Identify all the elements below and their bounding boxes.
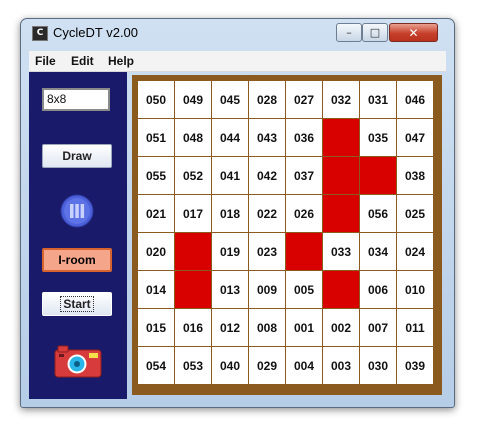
board-cell[interactable]: 005 [286,271,322,308]
blocked-cell[interactable] [323,157,359,194]
app-icon: C [32,26,48,41]
board-grid: 050 049 045 028 027 032 031 046 051 048 044 043 036 0… [138,81,434,385]
board-cell[interactable]: 038 [397,157,433,194]
board-cell[interactable]: 054 [138,347,174,384]
blocked-cell[interactable] [323,271,359,308]
board-cell[interactable]: 023 [249,233,285,270]
board-cell[interactable]: 039 [397,347,433,384]
board-cell[interactable]: 037 [286,157,322,194]
menu-edit[interactable]: Edit [71,54,94,68]
close-button[interactable]: ✕ [389,23,438,42]
board-cell[interactable]: 012 [212,309,248,346]
board-cell[interactable]: 031 [360,81,396,118]
board-cell[interactable]: 015 [138,309,174,346]
board-cell[interactable]: 013 [212,271,248,308]
board-cell[interactable]: 030 [360,347,396,384]
board-cell[interactable]: 016 [175,309,211,346]
board-cell[interactable]: 051 [138,119,174,156]
app-window: C CycleDT v2.00 – □ ✕ File Edit Help 8x8… [20,18,455,408]
board-cell[interactable]: 022 [249,195,285,232]
board-cell[interactable]: 011 [397,309,433,346]
board-cell[interactable]: 043 [249,119,285,156]
board-cell[interactable]: 052 [175,157,211,194]
board-cell[interactable]: 035 [360,119,396,156]
board-cell[interactable]: 049 [175,81,211,118]
board-cell[interactable]: 001 [286,309,322,346]
maximize-icon: □ [369,26,381,39]
board-cell[interactable]: 046 [397,81,433,118]
draw-button[interactable]: Draw [42,144,112,168]
board-cell[interactable]: 029 [249,347,285,384]
board-cell[interactable]: 017 [175,195,211,232]
board-cell[interactable]: 024 [397,233,433,270]
board-cell[interactable]: 018 [212,195,248,232]
puzzle-board: 050 049 045 028 027 032 031 046 051 048 044 043 036 0… [132,75,442,395]
board-cell[interactable]: 006 [360,271,396,308]
camera-icon[interactable] [53,344,103,378]
board-cell[interactable]: 026 [286,195,322,232]
board-cell[interactable]: 021 [138,195,174,232]
board-cell[interactable]: 041 [212,157,248,194]
start-button[interactable]: Start [42,292,112,316]
board-cell[interactable]: 045 [212,81,248,118]
menu-bar: File Edit Help [29,51,446,72]
blocked-cell[interactable] [360,157,396,194]
board-cell[interactable]: 027 [286,81,322,118]
board-cell[interactable]: 007 [360,309,396,346]
board-cell[interactable]: 008 [249,309,285,346]
window-title: CycleDT v2.00 [53,25,139,40]
board-cell[interactable]: 040 [212,347,248,384]
board-cell[interactable]: 047 [397,119,433,156]
board-cell[interactable]: 014 [138,271,174,308]
iroom-button[interactable]: I-room [42,248,112,272]
blocked-cell[interactable] [323,119,359,156]
blocked-cell[interactable] [286,233,322,270]
board-cell[interactable]: 042 [249,157,285,194]
board-cell[interactable]: 009 [249,271,285,308]
board-cell[interactable]: 044 [212,119,248,156]
board-cell[interactable]: 019 [212,233,248,270]
board-cell[interactable]: 003 [323,347,359,384]
board-cell[interactable]: 028 [249,81,285,118]
board-cell[interactable]: 034 [360,233,396,270]
board-cell[interactable]: 010 [397,271,433,308]
control-panel: 8x8 Draw I-room Start [29,72,127,399]
board-cell[interactable]: 048 [175,119,211,156]
maximize-button[interactable]: □ [362,23,388,42]
blocked-cell[interactable] [323,195,359,232]
board-cell[interactable]: 002 [323,309,359,346]
board-cell[interactable]: 020 [138,233,174,270]
blocked-cell[interactable] [175,233,211,270]
start-button-label: Start [60,296,94,312]
board-cell[interactable]: 004 [286,347,322,384]
pause-icon[interactable] [60,194,94,228]
board-cell[interactable]: 033 [323,233,359,270]
board-cell[interactable]: 053 [175,347,211,384]
board-size-input[interactable]: 8x8 [42,88,110,111]
board-cell[interactable]: 036 [286,119,322,156]
minimize-icon: – [346,26,352,39]
title-bar[interactable]: C CycleDT v2.00 – □ ✕ [21,19,454,49]
menu-file[interactable]: File [35,54,56,68]
menu-help[interactable]: Help [108,54,134,68]
minimize-button[interactable]: – [336,23,362,42]
blocked-cell[interactable] [175,271,211,308]
board-cell[interactable]: 025 [397,195,433,232]
board-cell[interactable]: 032 [323,81,359,118]
board-cell[interactable]: 056 [360,195,396,232]
board-cell[interactable]: 055 [138,157,174,194]
close-icon: ✕ [408,25,419,40]
board-cell[interactable]: 050 [138,81,174,118]
